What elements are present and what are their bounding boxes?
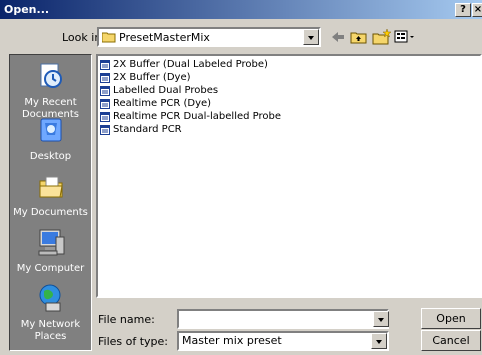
place-my-computer[interactable]: My Computer xyxy=(10,227,91,275)
recent-documents-icon xyxy=(10,61,91,95)
look-in-combo[interactable]: PresetMasterMix xyxy=(97,27,321,47)
look-in-dropdown-button[interactable] xyxy=(303,29,319,45)
file-name: Standard PCR xyxy=(113,124,182,135)
file-type-value: Master mix preset xyxy=(182,334,282,347)
views-menu-icon[interactable] xyxy=(394,28,418,46)
place-label: My Network Places xyxy=(20,319,81,342)
up-folder-icon[interactable] xyxy=(350,28,368,46)
close-button[interactable]: × xyxy=(472,3,482,17)
list-item[interactable]: Standard PCR xyxy=(100,124,182,136)
list-item[interactable]: Realtime PCR Dual-labelled Probe xyxy=(100,111,281,123)
file-type-label: Files of type: xyxy=(98,335,169,348)
desktop-icon xyxy=(10,117,91,149)
place-label: My Computer xyxy=(16,263,85,274)
place-label: My Documents xyxy=(13,207,88,218)
file-name-label: File name: xyxy=(98,313,155,326)
open-button[interactable]: Open xyxy=(421,308,481,329)
list-item[interactable]: Realtime PCR (Dye) xyxy=(100,98,211,110)
window-title: Open... xyxy=(4,3,50,16)
preset-file-icon xyxy=(100,125,110,139)
list-item[interactable]: Labelled Dual Probes xyxy=(100,85,218,97)
back-arrow-icon[interactable] xyxy=(330,28,346,46)
file-name: Labelled Dual Probes xyxy=(113,85,219,96)
cancel-button[interactable]: Cancel xyxy=(421,330,481,351)
place-my-network-places[interactable]: My Network Places xyxy=(10,283,91,343)
file-name: 2X Buffer (Dual Labeled Probe) xyxy=(113,59,268,70)
file-name: 2X Buffer (Dye) xyxy=(113,72,191,83)
file-type-dropdown-button[interactable] xyxy=(371,333,387,349)
file-name-input[interactable] xyxy=(177,309,389,329)
list-item[interactable]: 2X Buffer (Dye) xyxy=(100,72,191,84)
file-name-dropdown-button[interactable] xyxy=(373,311,389,327)
folder-icon xyxy=(101,32,116,46)
new-folder-icon[interactable] xyxy=(372,28,392,46)
network-places-icon xyxy=(10,283,91,317)
place-label: Desktop xyxy=(29,151,72,162)
file-list[interactable]: 2X Buffer (Dual Labeled Probe) 2X Buffer… xyxy=(96,54,482,298)
file-name: Realtime PCR Dual-labelled Probe xyxy=(113,111,282,122)
look-in-value: PresetMasterMix xyxy=(119,31,210,44)
place-desktop[interactable]: Desktop xyxy=(10,117,91,163)
place-my-recent-documents[interactable]: My Recent Documents xyxy=(10,61,91,121)
place-my-documents[interactable]: My Documents xyxy=(10,173,91,219)
my-computer-icon xyxy=(10,227,91,261)
file-name: Realtime PCR (Dye) xyxy=(113,98,212,109)
my-documents-icon xyxy=(10,173,91,205)
title-bar: Open... ? × xyxy=(0,0,482,19)
places-bar: My Recent Documents Desktop My Documents… xyxy=(9,54,92,351)
list-item[interactable]: 2X Buffer (Dual Labeled Probe) xyxy=(100,59,268,71)
help-button[interactable]: ? xyxy=(455,3,471,17)
file-type-select[interactable]: Master mix preset xyxy=(177,331,389,351)
